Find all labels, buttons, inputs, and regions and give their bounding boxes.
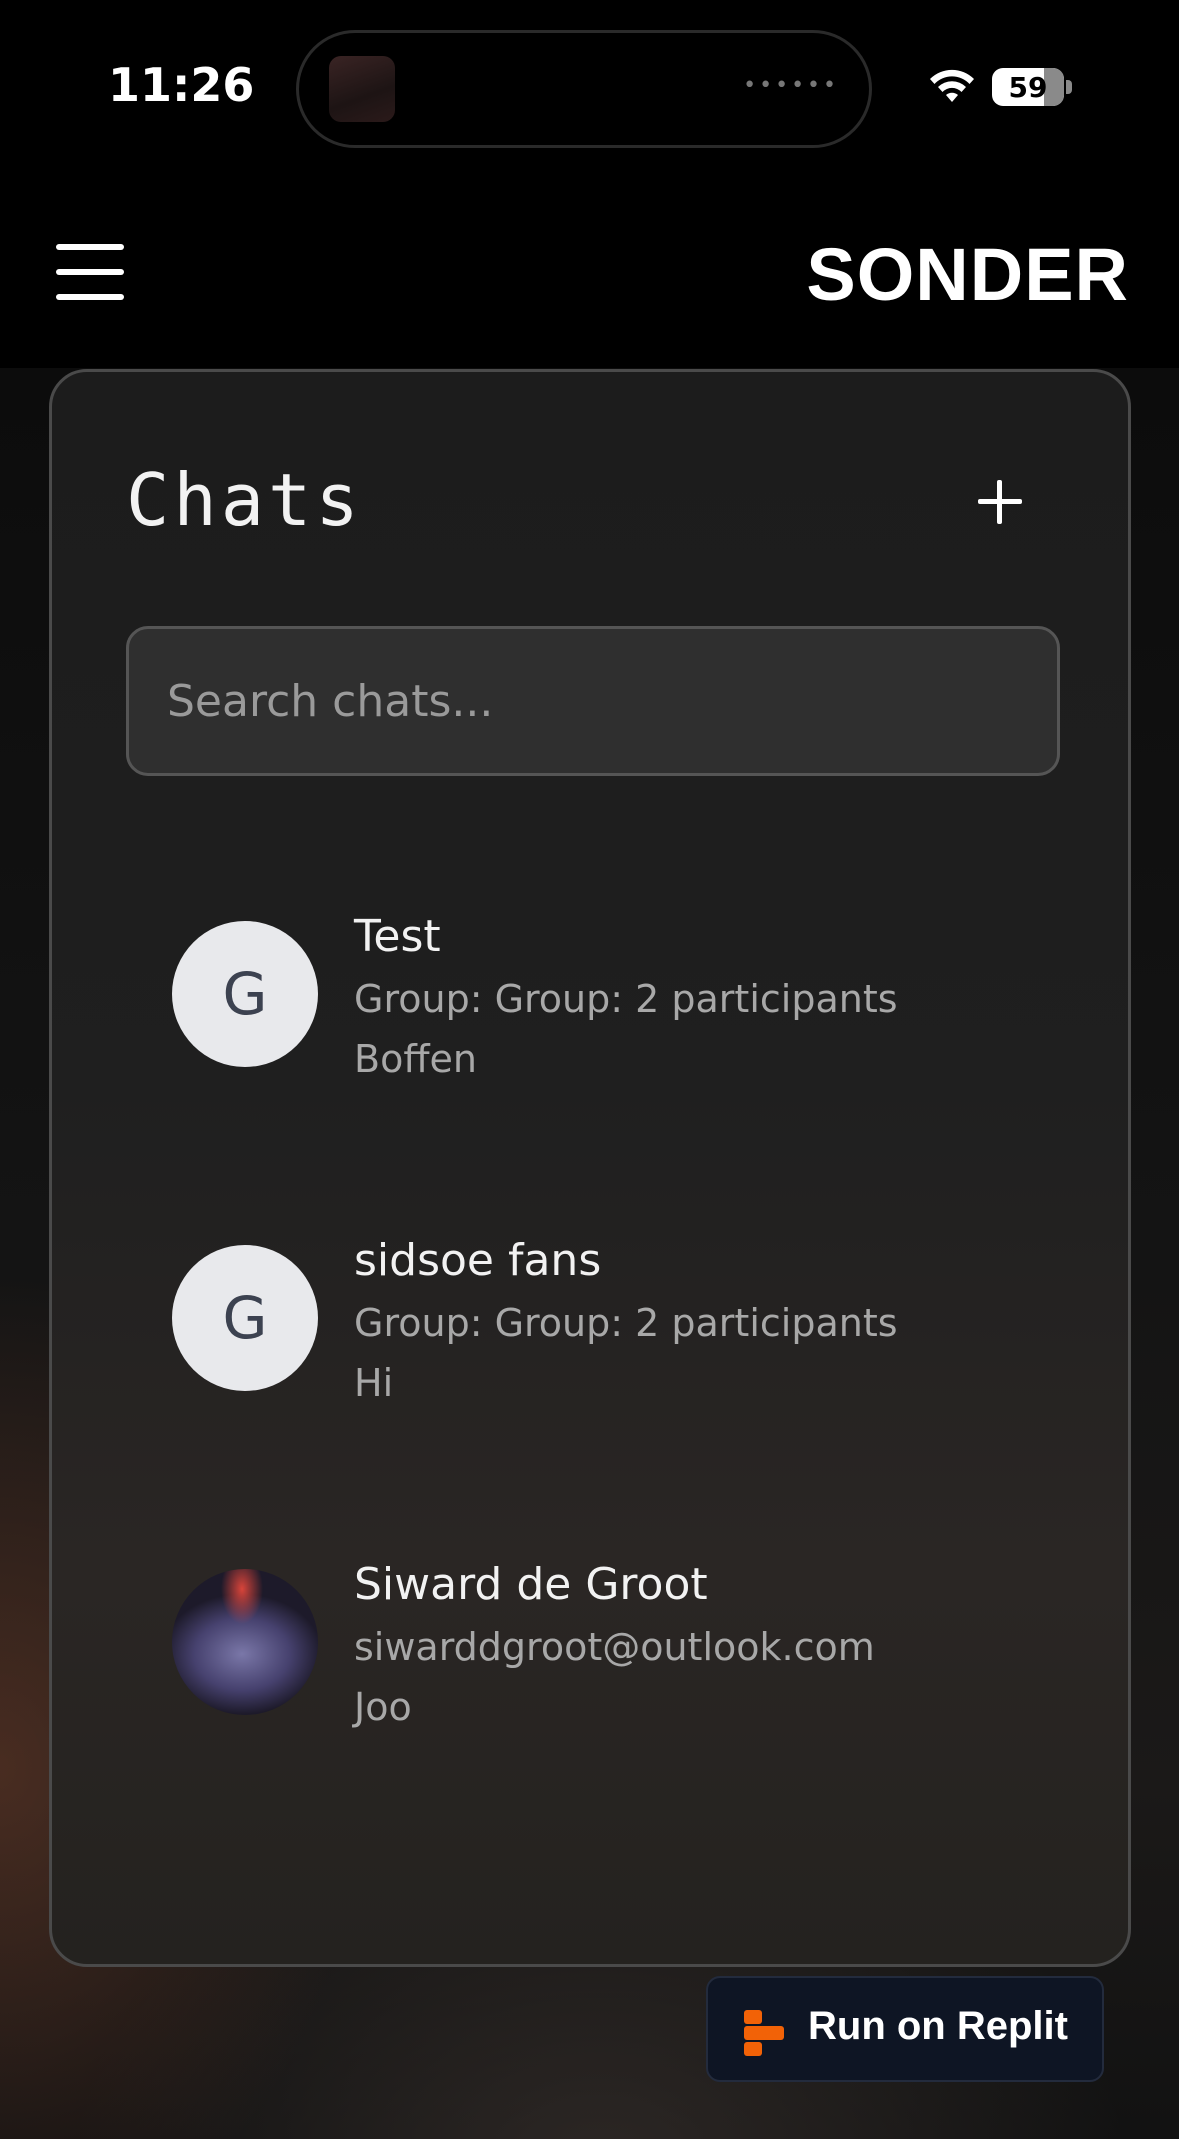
replit-label: Run on Replit bbox=[808, 2004, 1068, 2048]
avatar: G bbox=[172, 921, 318, 1067]
plus-icon[interactable] bbox=[970, 472, 1030, 532]
search-input[interactable] bbox=[129, 629, 1057, 773]
chat-last-message: Hi bbox=[354, 1361, 394, 1405]
chat-name: sidsoe fans bbox=[354, 1235, 602, 1286]
chat-subtitle: Group: Group: 2 participants bbox=[354, 977, 898, 1021]
battery-icon: 59 bbox=[992, 68, 1064, 106]
chat-last-message: Boffen bbox=[354, 1037, 477, 1081]
chat-list-item[interactable]: G sidsoe fans Group: Group: 2 participan… bbox=[172, 1235, 1072, 1445]
chat-subtitle: Group: Group: 2 participants bbox=[354, 1301, 898, 1345]
chat-subtitle: siwarddgroot@outlook.com bbox=[354, 1625, 875, 1669]
chat-name: Siward de Groot bbox=[354, 1559, 708, 1610]
battery-level: 59 bbox=[1008, 70, 1048, 104]
run-on-replit-button[interactable]: Run on Replit bbox=[706, 1976, 1104, 2082]
dynamic-island: •••••• bbox=[296, 30, 872, 148]
avatar-photo bbox=[172, 1569, 318, 1715]
audio-dots-icon: •••••• bbox=[743, 73, 839, 98]
now-playing-thumbnail bbox=[329, 56, 395, 122]
chat-name: Test bbox=[354, 911, 441, 962]
chats-panel: Chats G Test Group: Group: 2 participant… bbox=[49, 369, 1131, 1967]
hamburger-menu-icon[interactable] bbox=[56, 244, 124, 300]
wifi-icon bbox=[930, 69, 974, 102]
panel-title: Chats bbox=[126, 458, 363, 542]
replit-logo-icon bbox=[744, 2010, 784, 2056]
chat-list-item[interactable]: Siward de Groot siwarddgroot@outlook.com… bbox=[172, 1559, 1072, 1769]
chat-last-message: Joo bbox=[354, 1685, 412, 1729]
avatar: G bbox=[172, 1245, 318, 1391]
battery-tip bbox=[1066, 80, 1072, 94]
app-brand: SONDER bbox=[806, 233, 1129, 316]
status-time: 11:26 bbox=[108, 58, 255, 112]
search-box[interactable] bbox=[126, 626, 1060, 776]
chat-list-item[interactable]: G Test Group: Group: 2 participants Boff… bbox=[172, 911, 1072, 1121]
